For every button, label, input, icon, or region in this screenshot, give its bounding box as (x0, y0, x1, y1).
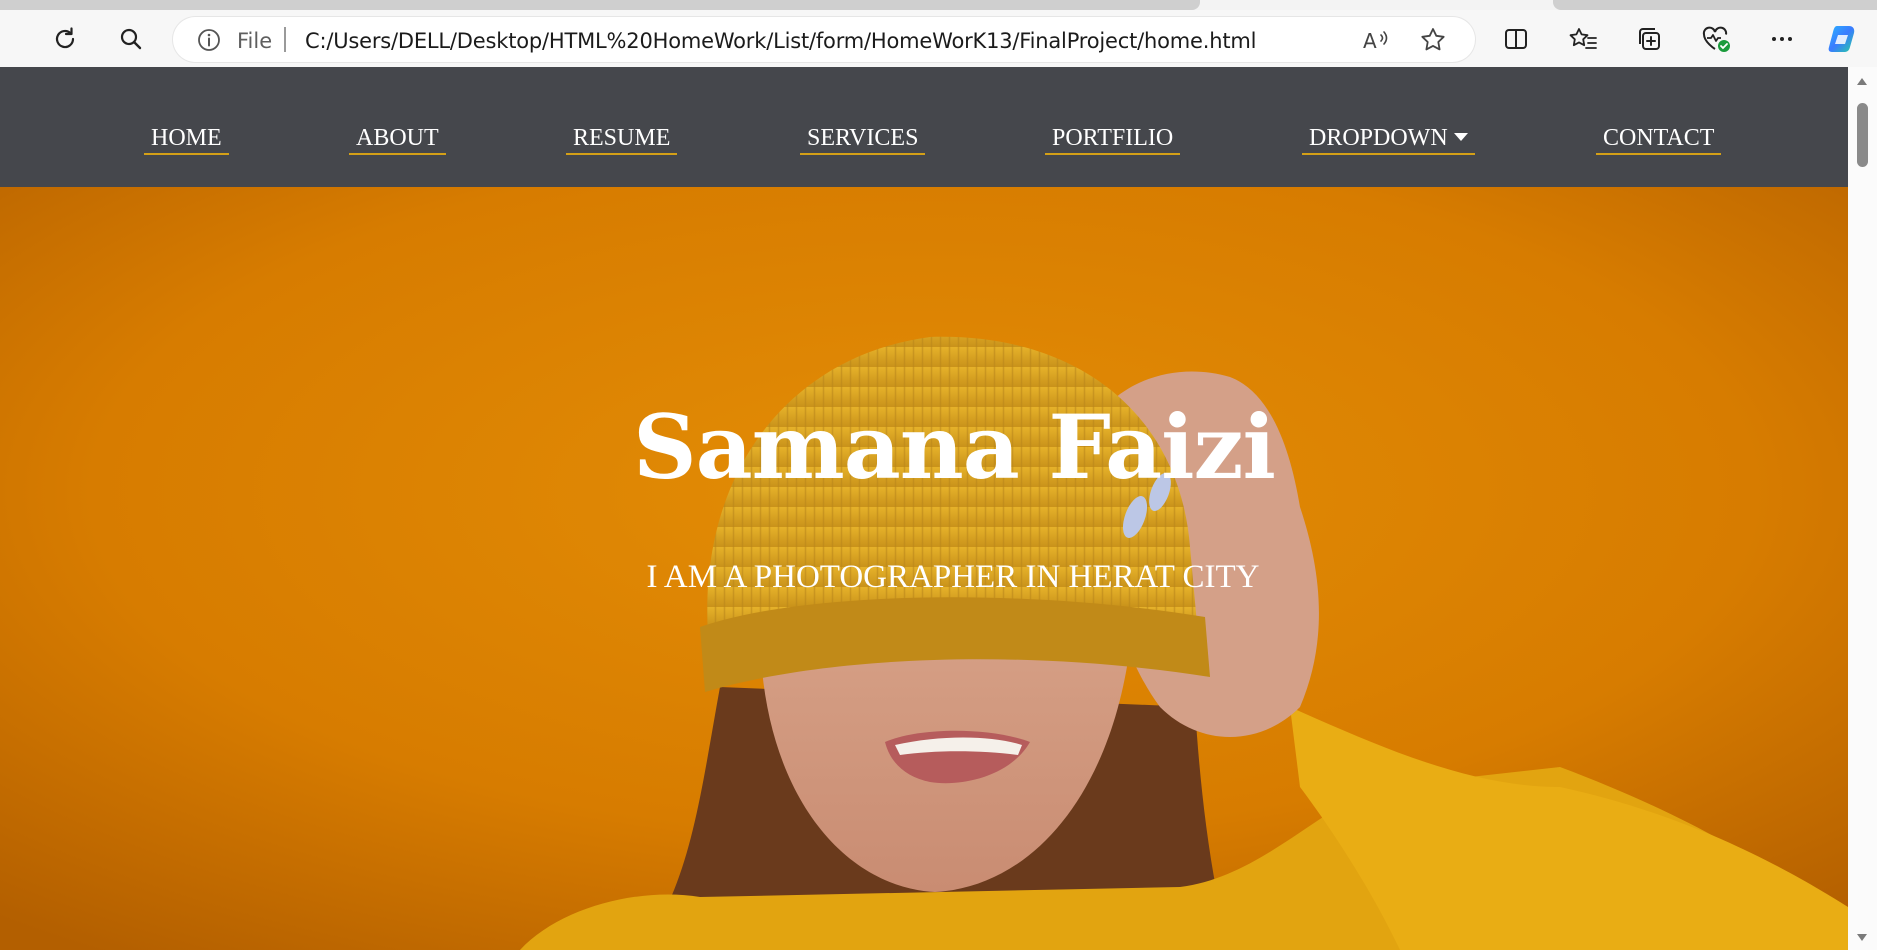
nav-home-link[interactable]: HOME (144, 125, 229, 155)
nav-services-link[interactable]: SERVICES (800, 125, 926, 155)
nav-portfolio-label: PORTFILIO (1052, 125, 1174, 151)
address-divider (284, 27, 286, 52)
nav-resume-label: RESUME (573, 125, 671, 151)
address-bar[interactable]: File C:/Users/DELL/Desktop/HTML%20HomeWo… (173, 17, 1475, 62)
scrollbar-thumb[interactable] (1857, 103, 1868, 167)
refresh-icon[interactable] (45, 19, 85, 59)
read-aloud-icon[interactable]: A (1362, 27, 1392, 58)
nav-dropdown-link[interactable]: DROPDOWN (1302, 125, 1475, 155)
vertical-scrollbar[interactable] (1848, 67, 1877, 950)
hero-name: Samana Faizi (633, 395, 1276, 499)
nav-home-label: HOME (151, 125, 222, 151)
nav-about-label: ABOUT (356, 125, 439, 151)
svg-text:A: A (1363, 29, 1377, 53)
scroll-up-arrow-icon[interactable] (1857, 78, 1867, 85)
browser-essentials-icon[interactable] (1696, 19, 1736, 59)
caret-down-icon (1453, 133, 1468, 141)
more-icon[interactable] (1762, 19, 1802, 59)
hero-tagline: I AM A PHOTOGRAPHER IN HERAT CITY (646, 559, 1260, 595)
url-text[interactable]: C:/Users/DELL/Desktop/HTML%20HomeWork/Li… (305, 29, 1256, 53)
nav-contact-link[interactable]: CONTACT (1596, 125, 1722, 155)
info-icon[interactable] (197, 28, 221, 57)
split-screen-icon[interactable] (1496, 19, 1536, 59)
tab-strip (0, 0, 1877, 10)
nav-services-label: SERVICES (807, 125, 919, 151)
nav-portfolio-link[interactable]: PORTFILIO (1045, 125, 1181, 155)
nav-dropdown-label: DROPDOWN (1309, 125, 1448, 151)
browser-toolbar: File C:/Users/DELL/Desktop/HTML%20HomeWo… (0, 10, 1877, 67)
favorite-star-icon[interactable] (1419, 26, 1447, 59)
favorites-icon[interactable] (1563, 19, 1603, 59)
web-page: HOME ABOUT RESUME SERVICES PORTFILIO DRO… (0, 67, 1848, 950)
file-label: File (237, 29, 273, 53)
collections-icon[interactable] (1629, 19, 1669, 59)
main-navigation: HOME ABOUT RESUME SERVICES PORTFILIO DRO… (0, 67, 1848, 187)
copilot-icon[interactable] (1823, 19, 1863, 59)
scroll-down-arrow-icon[interactable] (1857, 934, 1867, 941)
nav-contact-label: CONTACT (1603, 125, 1715, 151)
hero-section: Samana Faizi I AM A PHOTOGRAPHER IN HERA… (0, 187, 1848, 950)
browser-tab[interactable] (1553, 0, 1877, 10)
search-icon[interactable] (111, 19, 151, 59)
browser-tab[interactable] (0, 0, 1200, 10)
nav-about-link[interactable]: ABOUT (349, 125, 446, 155)
nav-resume-link[interactable]: RESUME (566, 125, 678, 155)
